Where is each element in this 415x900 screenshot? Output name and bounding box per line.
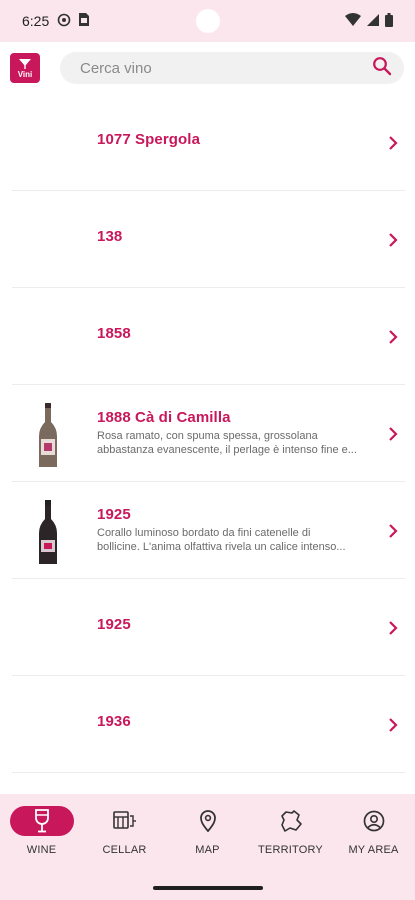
wifi-icon (345, 13, 361, 29)
map-pin-icon (199, 810, 216, 832)
nav-my-area[interactable]: MY AREA (334, 806, 414, 856)
chevron-right-icon (389, 329, 398, 344)
camera-cutout (196, 9, 220, 33)
chevron-right-icon (389, 232, 398, 247)
wine-glass-logo-icon (19, 58, 31, 69)
app-logo[interactable]: Vini (10, 53, 40, 83)
bottle-image (33, 500, 63, 566)
wine-description: Rosa ramato, con spuma spessa, grossolan… (97, 430, 318, 442)
wine-title: 1925 (97, 506, 131, 523)
wine-list-item[interactable]: 1858 (0, 288, 415, 385)
chevron-right-icon (389, 426, 398, 441)
nav-wine[interactable]: WINE (2, 806, 82, 856)
nav-active-indicator (9, 806, 74, 836)
wine-list-item[interactable]: 1925 Corallo luminoso bordato da fini ca… (0, 482, 415, 579)
home-indicator[interactable] (153, 886, 263, 890)
battery-icon (385, 12, 393, 30)
wine-title: 1925 (97, 616, 131, 633)
status-bar: 6:25 (0, 0, 415, 42)
nav-label: MY AREA (348, 844, 399, 856)
user-circle-icon (363, 810, 384, 832)
settings-icon (57, 13, 71, 30)
nav-label: WINE (26, 844, 57, 856)
search-input[interactable] (80, 59, 340, 77)
status-time: 6:25 (22, 13, 50, 29)
nav-map[interactable]: MAP (168, 806, 248, 856)
territory-icon (280, 810, 302, 832)
app-header: Vini (0, 42, 415, 94)
chevron-right-icon (389, 717, 398, 732)
wine-title: 1077 Spergola (97, 131, 201, 148)
wine-title: 1858 (97, 325, 131, 342)
wine-list-item[interactable]: 138 (0, 191, 415, 288)
wine-title: 138 (97, 228, 123, 245)
chevron-right-icon (389, 135, 398, 150)
nav-label: MAP (195, 844, 220, 856)
logo-text: Vini (17, 69, 33, 79)
sim-icon (79, 13, 90, 29)
nav-label: CELLAR (102, 844, 147, 856)
chevron-right-icon (389, 620, 398, 635)
search-box[interactable] (60, 52, 404, 84)
nav-cellar[interactable]: CELLAR (85, 806, 165, 856)
wine-title: 1936 (97, 713, 131, 730)
wine-description: bollicine. L'anima olfattiva rivela un c… (97, 541, 346, 553)
wine-list: 1077 Spergola 138 1858 1888 Cà di Camill… (0, 94, 415, 773)
wine-title: 1888 Cà di Camilla (97, 409, 231, 426)
signal-icon (367, 13, 379, 29)
bottle-image (33, 403, 63, 469)
wine-list-item[interactable]: 1077 Spergola (0, 94, 415, 191)
wine-list-item[interactable]: 1936 (0, 676, 415, 773)
wine-list-item[interactable]: 1888 Cà di Camilla Rosa ramato, con spum… (0, 385, 415, 482)
chevron-right-icon (389, 523, 398, 538)
search-icon[interactable] (372, 56, 392, 81)
wine-list-item[interactable]: 1925 (0, 579, 415, 676)
wine-description: Corallo luminoso bordato da fini catenel… (97, 527, 311, 539)
cellar-icon (112, 811, 136, 829)
bottom-navigation: WINE CELLAR MAP TERRITORY MY AREA (0, 794, 415, 872)
wine-glass-icon (34, 809, 49, 833)
nav-label: TERRITORY (258, 844, 323, 856)
nav-territory[interactable]: TERRITORY (251, 806, 331, 856)
gesture-bar (0, 872, 415, 900)
wine-description: abbastanza evanescente, il perlage è int… (97, 444, 357, 456)
